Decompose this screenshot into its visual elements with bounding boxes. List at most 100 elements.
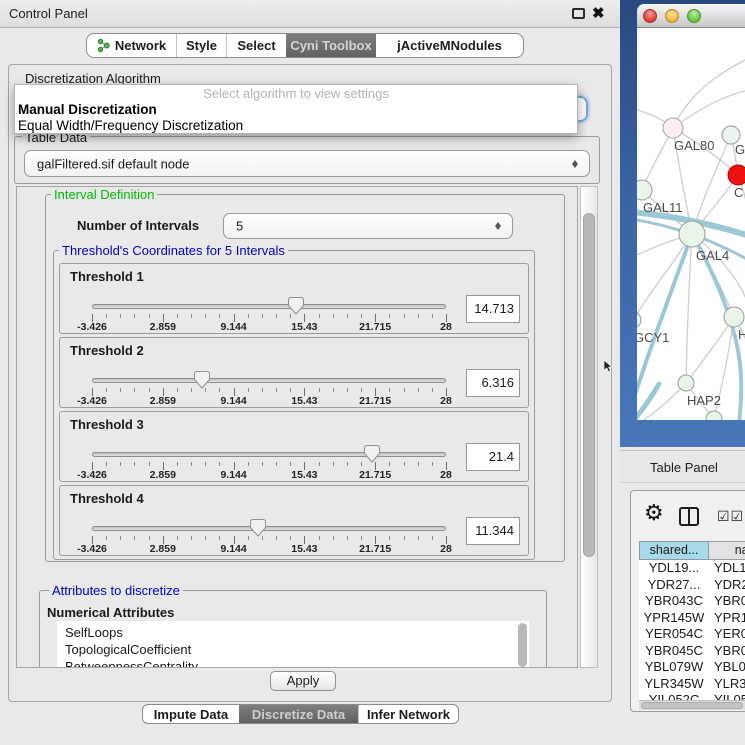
scrollbar-thumb[interactable] <box>583 213 595 557</box>
network-node-label: GCY1 <box>637 330 669 345</box>
attribute-item[interactable]: TopologicalCoefficient <box>65 641 529 658</box>
network-edge[interactable] <box>637 383 686 420</box>
gear-icon[interactable]: ⚙ <box>644 500 664 526</box>
slider-thumb[interactable] <box>194 371 210 389</box>
settings-scroll-pane: Interval Definition Number of Intervals … <box>16 186 578 668</box>
network-edge-highlighted[interactable] <box>637 384 659 420</box>
mouse-cursor <box>604 360 614 373</box>
thresholds-group-label: Threshold's Coordinates for 5 Intervals <box>59 243 288 258</box>
table-body: YDL19...YDL19...YDR27...YDR27...YBR043CY… <box>639 560 745 700</box>
tab-discretize-data[interactable]: Discretize Data <box>239 705 358 723</box>
interval-definition-label: Interval Definition <box>51 187 157 202</box>
threshold-slider[interactable]: -3.4262.8599.14415.4321.71528 <box>92 412 446 483</box>
checkbox-icons[interactable]: ☑☑ <box>717 508 744 525</box>
combo-stepper-icon <box>571 157 580 171</box>
network-node-label: C <box>734 185 743 200</box>
attributes-group-label: Attributes to discretize <box>49 583 183 598</box>
table-row[interactable]: YLR345WYLR345W <box>639 676 745 693</box>
network-node-label: GAL80 <box>674 138 714 153</box>
table-panel-title: Table Panel <box>650 460 718 475</box>
tab-network[interactable]: Network <box>87 34 176 57</box>
settings-vertical-scrollbar[interactable] <box>580 186 598 668</box>
bottom-tab-bar: Impute Data Discretize Data Infer Networ… <box>142 704 459 724</box>
table-row[interactable]: YBL079WYBL079W <box>639 659 745 676</box>
tab-label: Style <box>186 38 217 53</box>
network-edge[interactable] <box>686 317 734 383</box>
close-icon[interactable]: ✖ <box>592 4 605 22</box>
threshold-slider[interactable]: -3.4262.8599.14415.4321.71528 <box>92 486 446 557</box>
tab-label: Cyni Toolbox <box>290 38 371 53</box>
slider-scale-labels: -3.4262.8599.14415.4321.71528 <box>92 321 446 333</box>
slider-thumb[interactable] <box>250 519 266 537</box>
network-node[interactable] <box>728 165 745 185</box>
close-traffic-light[interactable] <box>643 9 657 23</box>
tab-label: Discretize Data <box>252 707 345 722</box>
application-window: Control Panel ✖ Network Style Select Cyn… <box>0 0 745 745</box>
network-canvas[interactable]: GAL80GACGAL11GAL4GCY1HHAP2 <box>637 28 745 420</box>
tab-label: Impute Data <box>154 707 228 722</box>
column-layout-icon[interactable] <box>679 507 699 526</box>
tab-jactivemnodules[interactable]: jActiveMNodules <box>376 34 523 57</box>
network-node[interactable] <box>724 307 744 327</box>
network-node[interactable] <box>637 312 641 328</box>
network-node[interactable] <box>678 375 694 391</box>
table-row[interactable]: YPR145WYPR145W <box>639 610 745 627</box>
table-row[interactable]: YDR27...YDR27... <box>639 577 745 594</box>
network-node[interactable] <box>679 221 705 247</box>
slider-track[interactable] <box>92 452 446 457</box>
slider-thumb[interactable] <box>364 445 380 463</box>
table-horizontal-scrollbar[interactable] <box>639 700 745 710</box>
threshold-value-field[interactable]: 6.316 <box>466 369 520 397</box>
tab-label: jActiveMNodules <box>397 38 502 53</box>
tab-style[interactable]: Style <box>176 34 226 57</box>
slider-thumb[interactable] <box>288 297 304 315</box>
tab-infer-network[interactable]: Infer Network <box>358 705 458 723</box>
threshold-value-field[interactable]: 11.344 <box>466 517 520 545</box>
network-node-label: H <box>738 327 745 342</box>
network-edge[interactable] <box>686 234 692 383</box>
algorithm-hint: Select algorithm to view settings <box>15 85 577 102</box>
network-node-label: GA <box>735 142 745 157</box>
threshold-panel: Threshold 3 -3.4262.8599.14415.4321.7152… <box>59 411 529 482</box>
num-intervals-value: 5 <box>236 219 243 234</box>
apply-button[interactable]: Apply <box>270 671 336 691</box>
minimize-traffic-light[interactable] <box>665 9 679 23</box>
tab-impute-data[interactable]: Impute Data <box>143 705 239 723</box>
num-intervals-combo[interactable]: 5 <box>223 213 513 239</box>
popup-option-manual[interactable]: Manual Discretization <box>15 102 577 118</box>
slider-track[interactable] <box>92 304 446 309</box>
control-panel-titlebar: Control Panel ✖ <box>0 0 620 28</box>
tab-select[interactable]: Select <box>226 34 286 57</box>
attributes-list-scrollbar[interactable] <box>518 623 527 667</box>
threshold-slider[interactable]: -3.4262.8599.14415.4321.71528 <box>92 338 446 409</box>
attribute-item[interactable]: BetweennessCentrality <box>65 658 529 668</box>
threshold-value-field[interactable]: 21.4 <box>466 443 520 471</box>
threshold-value-field[interactable]: 14.713 <box>466 295 520 323</box>
network-node-label: GAL4 <box>696 248 729 263</box>
scrollbar-thumb[interactable] <box>641 702 743 709</box>
table-header-row: shared... name <box>639 541 745 560</box>
table-row[interactable]: YIL052CYIL052C <box>639 692 745 700</box>
threshold-list: Threshold 1 -3.4262.8599.14415.4321.7152… <box>17 263 529 559</box>
table-row[interactable]: YBR043CYBR043C <box>639 593 745 610</box>
table-data-combo[interactable]: galFiltered.sif default node <box>24 150 590 177</box>
threshold-panel: Threshold 1 -3.4262.8599.14415.4321.7152… <box>59 263 529 334</box>
popup-option-equal-width[interactable]: Equal Width/Frequency Discretization <box>15 118 577 134</box>
table-row[interactable]: YDL19...YDL19... <box>639 560 745 577</box>
column-header-name[interactable]: name <box>709 541 745 560</box>
attributes-list[interactable]: SelfLoopsTopologicalCoefficientBetweenne… <box>57 621 529 668</box>
network-node[interactable] <box>663 118 683 138</box>
float-window-icon[interactable] <box>572 8 585 19</box>
network-edge[interactable] <box>673 58 745 128</box>
network-edge-highlighted[interactable] <box>637 234 692 420</box>
table-row[interactable]: YBR045CYBR045C <box>639 643 745 660</box>
slider-track[interactable] <box>92 378 446 383</box>
column-header-shared-name[interactable]: shared... <box>639 541 709 560</box>
network-node[interactable] <box>637 180 652 200</box>
table-row[interactable]: YER054CYER054C <box>639 626 745 643</box>
threshold-slider[interactable]: -3.4262.8599.14415.4321.71528 <box>92 264 446 335</box>
attribute-item[interactable]: SelfLoops <box>65 624 529 641</box>
slider-track[interactable] <box>92 526 446 531</box>
tab-cyni-toolbox[interactable]: Cyni Toolbox <box>286 34 376 57</box>
zoom-traffic-light[interactable] <box>687 9 701 23</box>
